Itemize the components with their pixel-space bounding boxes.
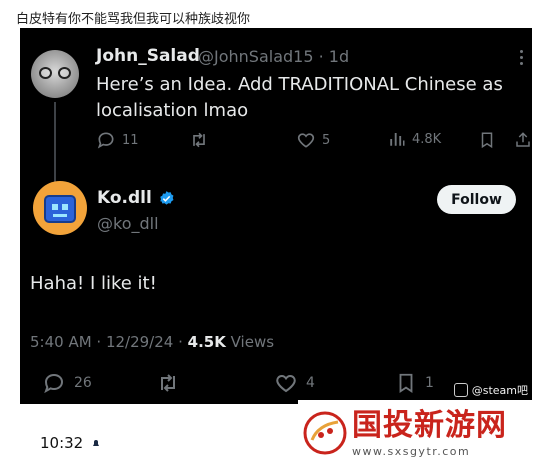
reply-count: 26 (74, 375, 92, 391)
reply-icon (44, 373, 64, 394)
views-label: Views (225, 333, 275, 351)
avatar[interactable] (31, 50, 79, 98)
reply-actions: 11 5 4.8K (96, 130, 530, 154)
reply-icon (97, 132, 114, 149)
site-url: www.sxsgytr.com (352, 444, 471, 458)
site-name: 国投新游网 (352, 407, 507, 443)
more-options-icon[interactable] (520, 50, 524, 68)
bookmark-icon (481, 132, 493, 149)
share-icon (516, 132, 530, 147)
retweet-icon (161, 374, 175, 392)
notification-icon (93, 440, 100, 446)
glasses-icon (39, 67, 71, 79)
author-handle[interactable]: @JohnSalad15 · 1d (198, 47, 349, 66)
reply-text: Here’s an Idea. Add TRADITIONAL Chinese … (96, 74, 503, 121)
robot-avatar-icon (44, 195, 76, 223)
status-bar: 10:32 (40, 434, 101, 452)
retweet-icon (193, 132, 205, 148)
views-button[interactable]: 4.8K (388, 130, 441, 148)
tweet-text: Haha! I like it! (30, 273, 157, 294)
reply-button[interactable]: 11 (96, 130, 139, 150)
retweet-button[interactable] (155, 371, 181, 395)
views-count: 4.5K (187, 333, 226, 351)
bookmark-count: 1 (425, 375, 434, 391)
thread-connector (54, 102, 56, 188)
tweet-meta: 5:40 AM · 12/29/24 · 4.5K Views (30, 333, 274, 351)
heart-icon (297, 133, 315, 148)
avatar[interactable] (33, 181, 87, 235)
tieba-logo-icon (453, 383, 468, 397)
views-count: 4.8K (412, 131, 442, 147)
tweet-screenshot: John_Salad @JohnSalad15 · 1d Here’s an I… (20, 28, 532, 404)
retweet-button[interactable] (188, 130, 210, 150)
follow-button[interactable]: Follow (437, 185, 516, 214)
author-name-row[interactable]: Ko.dll (97, 188, 175, 208)
heart-icon (276, 374, 296, 393)
like-button[interactable]: 4 (274, 371, 315, 395)
post-caption: 白皮特有你不能骂我但我可以种族歧视你 (16, 12, 251, 27)
reply-count: 11 (122, 132, 139, 148)
like-count: 5 (322, 132, 331, 148)
author-name[interactable]: John_Salad (96, 46, 200, 66)
analytics-icon (390, 133, 405, 146)
game-logo-icon (303, 411, 347, 455)
author-name[interactable]: Ko.dll (97, 188, 152, 208)
steam-watermark: @steam吧 (453, 382, 528, 398)
bookmark-button[interactable] (478, 130, 496, 150)
verified-badge-icon (160, 190, 174, 205)
like-count: 4 (306, 375, 315, 391)
watermark-text: @steam吧 (471, 384, 528, 397)
like-button[interactable]: 5 (296, 130, 330, 150)
bookmark-icon (399, 373, 413, 393)
site-watermark: 国投新游网 www.sxsgytr.com (298, 400, 550, 466)
share-button[interactable] (514, 130, 532, 150)
author-handle[interactable]: @ko_dll (97, 214, 159, 233)
tweet-timestamp[interactable]: 5:40 AM · 12/29/24 · (30, 333, 188, 351)
reply-button[interactable]: 26 (42, 371, 92, 395)
status-time: 10:32 (40, 434, 84, 452)
bookmark-button[interactable]: 1 (395, 371, 434, 395)
